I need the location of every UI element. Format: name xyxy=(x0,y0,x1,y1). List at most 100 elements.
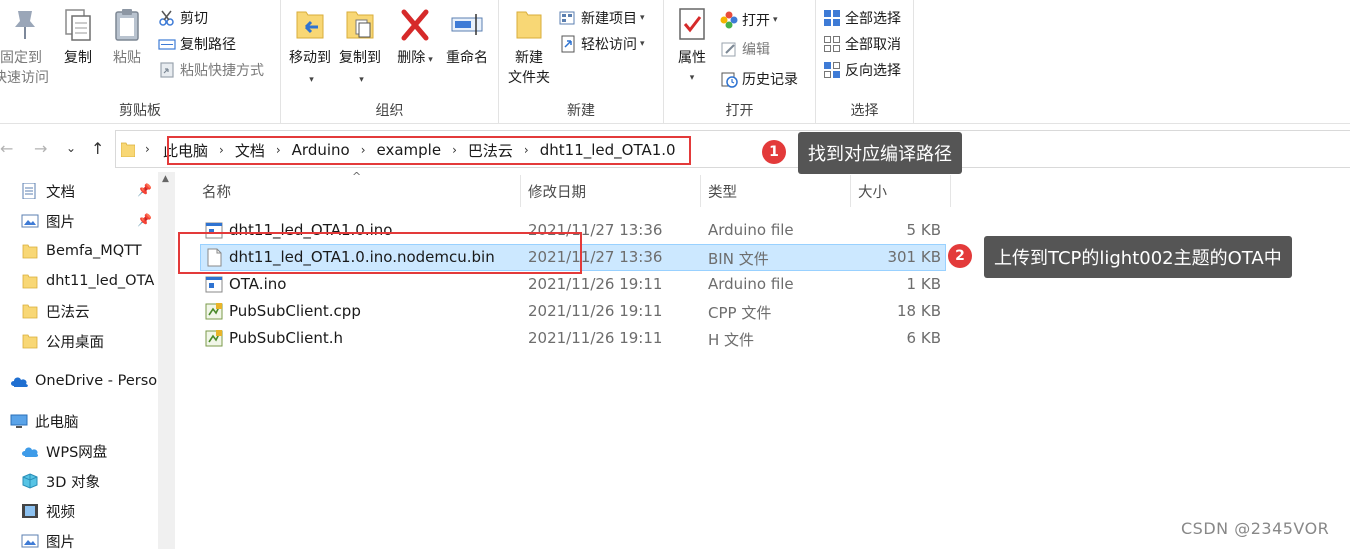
file-name: PubSubClient.cpp xyxy=(229,302,361,320)
select-all-button[interactable]: 全部选择 xyxy=(823,6,901,30)
file-date: 2021/11/26 19:11 xyxy=(528,275,663,293)
column-header-type[interactable]: 类型 xyxy=(701,175,851,207)
folder-icon xyxy=(21,273,39,289)
copy-to-caret-icon: ▾ xyxy=(359,75,364,85)
column-header-type-label: 类型 xyxy=(708,184,737,201)
sidebar-item-label: WPS网盘 xyxy=(46,444,108,461)
column-header-size[interactable]: 大小 xyxy=(851,175,951,207)
copy-icon xyxy=(62,6,94,44)
copy-path-icon xyxy=(158,35,176,53)
rename-button[interactable]: 重命名 xyxy=(443,6,491,68)
column-header-name[interactable]: 名称 xyxy=(195,175,521,207)
organize-group-label: 组织 xyxy=(375,103,404,119)
copy-to-button[interactable]: 复制到 ▾ xyxy=(337,6,383,90)
sidebar-item-videos[interactable]: 视频 xyxy=(0,497,158,525)
sidebar-item-label: 巴法云 xyxy=(46,304,90,321)
copy-label: 复制 xyxy=(64,50,92,66)
invert-selection-button[interactable]: 反向选择 xyxy=(823,58,901,82)
paste-label: 粘贴 xyxy=(113,50,141,66)
copy-button[interactable]: 复制 xyxy=(58,6,98,68)
select-all-icon xyxy=(823,9,841,27)
easy-access-caret-icon: ▾ xyxy=(640,39,645,49)
paste-button[interactable]: 粘贴 xyxy=(106,6,148,68)
new-group-label: 新建 xyxy=(567,103,595,119)
sidebar-item-label: 此电脑 xyxy=(35,414,79,431)
ribbon: 固定到 快速访问 复制 粘贴 剪切 复制路径 粘贴快捷方式 剪贴板 xyxy=(0,0,1350,124)
clipboard-group-label: 剪贴板 xyxy=(119,103,161,119)
open-label: 打开 xyxy=(742,13,770,29)
open-group-label: 打开 xyxy=(725,103,754,119)
new-folder-button[interactable]: 新建 文件夹 xyxy=(503,6,555,88)
sidebar-item-wps-cloud[interactable]: WPS网盘 xyxy=(0,437,158,465)
delete-button[interactable]: 删除 ▾ xyxy=(395,6,435,70)
paste-shortcut-label: 粘贴快捷方式 xyxy=(180,63,264,79)
file-row[interactable]: PubSubClient.cpp 2021/11/26 19:11 CPP 文件… xyxy=(200,298,946,325)
open-caret-icon: ▾ xyxy=(773,15,778,25)
sidebar-item-bemfa-mqtt[interactable]: Bemfa_MQTT xyxy=(0,237,158,265)
copy-path-label: 复制路径 xyxy=(180,37,236,53)
file-size: 301 KB xyxy=(887,248,941,266)
back-arrow-icon[interactable]: ← xyxy=(0,139,13,158)
address-root-chevron-icon[interactable]: › xyxy=(145,142,150,156)
delete-caret-icon: ▾ xyxy=(428,55,433,65)
sidebar-item-label: Bemfa_MQTT xyxy=(46,243,142,259)
delete-icon xyxy=(399,6,431,44)
file-size: 6 KB xyxy=(906,329,941,347)
folder-icon xyxy=(21,333,39,349)
folder-icon xyxy=(21,243,39,259)
pin-icon xyxy=(9,6,41,44)
copy-to-icon xyxy=(344,6,376,44)
file-size: 5 KB xyxy=(906,221,941,239)
new-group: 新建 文件夹 新建项目 ▾ 轻松访问 ▾ 新建 xyxy=(499,0,664,124)
invert-selection-label: 反向选择 xyxy=(845,63,901,79)
address-folder-icon xyxy=(120,141,136,158)
copy-to-text: 复制到 xyxy=(339,50,381,66)
recent-locations-chevron-icon[interactable]: ⌄ xyxy=(66,141,76,155)
sidebar-item-dht11-led-ota[interactable]: dht11_led_OTA xyxy=(0,267,158,295)
properties-icon xyxy=(676,6,708,44)
column-header-date[interactable]: 修改日期 xyxy=(521,175,701,207)
rename-label: 重命名 xyxy=(446,50,488,66)
sidebar-item-onedrive[interactable]: OneDrive - Perso xyxy=(0,367,158,395)
path-highlight-box xyxy=(167,136,691,165)
pictures-icon xyxy=(21,533,39,549)
move-to-button[interactable]: 移动到 ▾ xyxy=(287,6,333,90)
easy-access-button[interactable]: 轻松访问 ▾ xyxy=(559,32,645,56)
sidebar-item-pictures[interactable]: 图片 xyxy=(0,207,158,235)
annotation-text-1: 找到对应编译路径 xyxy=(808,144,952,165)
sidebar-item-label: 3D 对象 xyxy=(46,474,100,491)
sidebar-item-this-pc[interactable]: 此电脑 xyxy=(0,407,158,435)
select-none-button[interactable]: 全部取消 xyxy=(823,32,901,56)
up-arrow-icon[interactable]: ↑ xyxy=(91,139,104,158)
file-row[interactable]: PubSubClient.h 2021/11/26 19:11 H 文件 6 K… xyxy=(200,325,946,352)
sidebar-item-documents[interactable]: 文档 xyxy=(0,177,158,205)
rename-icon xyxy=(451,6,483,44)
paste-shortcut-button[interactable]: 粘贴快捷方式 xyxy=(158,58,264,82)
properties-caret-icon: ▾ xyxy=(689,73,695,83)
sidebar-item-public-desktop[interactable]: 公用桌面 xyxy=(0,327,158,355)
annotation-callout-1: 找到对应编译路径 xyxy=(798,132,962,174)
pin-quick-access-button[interactable]: 固定到 快速访问 xyxy=(0,6,50,88)
new-folder-label-line2: 文件夹 xyxy=(508,70,550,86)
open-button[interactable]: 打开 ▾ xyxy=(720,8,778,32)
navigation-pane: 文档 📌 图片 📌 Bemfa_MQTT dht11_led_OTA 巴法云 公… xyxy=(0,172,158,549)
copy-to-label: 复制到 ▾ xyxy=(337,48,383,90)
file-row[interactable]: OTA.ino 2021/11/26 19:11 Arduino file 1 … xyxy=(200,271,946,298)
sidebar-item-3d-objects[interactable]: 3D 对象 xyxy=(0,467,158,495)
sidebar-item-bafayun[interactable]: 巴法云 xyxy=(0,297,158,325)
navigation-pane-scrollbar[interactable]: ▲ xyxy=(158,172,175,549)
new-item-button[interactable]: 新建项目 ▾ xyxy=(559,6,645,30)
edit-button[interactable]: 编辑 xyxy=(720,37,770,61)
move-to-label: 移动到 ▾ xyxy=(287,48,333,90)
file-type: Arduino file xyxy=(708,221,794,239)
new-folder-icon xyxy=(513,6,545,44)
history-label: 历史记录 xyxy=(742,72,798,88)
forward-arrow-icon[interactable]: → xyxy=(34,139,47,158)
history-button[interactable]: 历史记录 xyxy=(720,67,798,91)
arduino-file-icon xyxy=(205,275,223,294)
cut-button[interactable]: 剪切 xyxy=(158,6,208,30)
sidebar-item-pictures-pc[interactable]: 图片 xyxy=(0,527,158,549)
scroll-up-icon[interactable]: ▲ xyxy=(162,174,169,184)
copy-path-button[interactable]: 复制路径 xyxy=(158,32,236,56)
properties-button[interactable]: 属性 ▾ xyxy=(672,6,712,88)
